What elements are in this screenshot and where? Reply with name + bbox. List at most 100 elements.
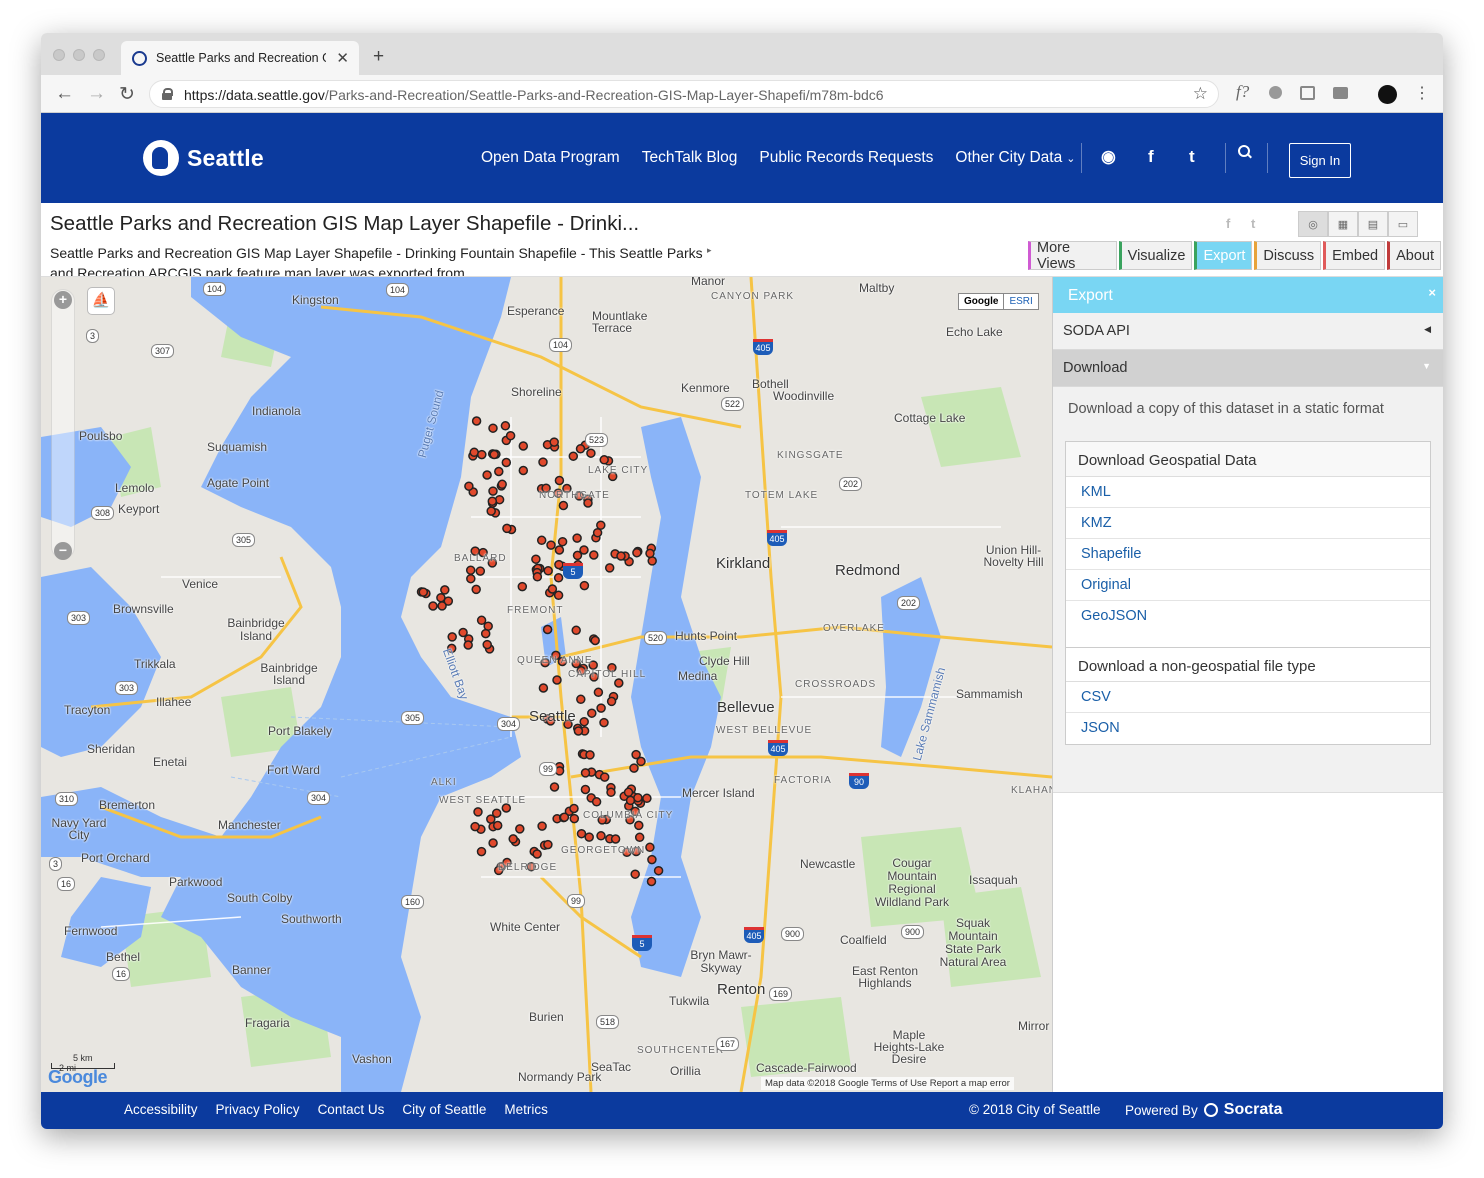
expand-description-icon[interactable]: ▸	[707, 245, 712, 256]
fountain-marker[interactable]	[591, 797, 602, 807]
fountain-marker[interactable]	[593, 687, 604, 698]
fountain-marker[interactable]	[543, 839, 553, 850]
fountain-marker[interactable]	[592, 527, 603, 538]
fountain-marker[interactable]	[436, 592, 446, 603]
fountain-marker[interactable]	[549, 782, 560, 792]
fountain-marker[interactable]	[573, 726, 584, 736]
fountain-marker[interactable]	[610, 834, 621, 844]
fountain-marker[interactable]	[596, 831, 606, 841]
fountain-marker[interactable]	[629, 763, 639, 773]
fountain-marker[interactable]	[501, 457, 512, 468]
fountain-marker[interactable]	[500, 421, 511, 431]
profile-avatar[interactable]	[1378, 85, 1397, 104]
tab-embed[interactable]: Embed	[1323, 241, 1386, 270]
footer-link-city-of-seattle[interactable]: City of Seattle	[402, 1102, 486, 1117]
fountain-marker[interactable]	[482, 470, 492, 480]
fountain-marker[interactable]	[531, 554, 541, 564]
fountain-marker[interactable]	[466, 573, 476, 584]
fountain-marker[interactable]	[518, 441, 529, 451]
camera-extension-icon[interactable]	[1333, 87, 1348, 99]
fountain-marker[interactable]	[476, 615, 487, 626]
share-twitter-icon[interactable]: t	[1251, 216, 1255, 231]
fountain-marker[interactable]	[538, 683, 549, 693]
fountain-marker[interactable]	[473, 807, 483, 817]
fountain-marker[interactable]	[585, 750, 595, 760]
fountain-marker[interactable]	[553, 590, 564, 601]
fountain-marker[interactable]	[606, 787, 616, 798]
url-text[interactable]: https://data.seattle.gov/Parks-and-Recre…	[184, 87, 884, 103]
download-geojson-link[interactable]: GeoJSON	[1066, 601, 1430, 632]
fountain-marker[interactable]	[634, 820, 644, 831]
fountain-marker[interactable]	[488, 838, 498, 848]
fountain-marker[interactable]	[579, 545, 589, 555]
fountain-marker[interactable]	[569, 803, 579, 814]
fountain-marker[interactable]	[486, 814, 496, 824]
fountain-marker[interactable]	[537, 821, 547, 831]
fountain-marker[interactable]	[647, 854, 657, 865]
nav-open-data-program[interactable]: Open Data Program	[481, 149, 620, 167]
share-facebook-icon[interactable]: f	[1226, 216, 1230, 231]
fountain-marker[interactable]	[477, 449, 487, 460]
fountain-marker[interactable]	[584, 832, 594, 842]
footer-link-contact-us[interactable]: Contact Us	[318, 1102, 385, 1117]
fountain-marker[interactable]	[497, 479, 507, 490]
fountain-marker[interactable]	[488, 423, 498, 433]
seattle-logo[interactable]: Seattle	[143, 140, 264, 176]
fountain-marker[interactable]	[606, 696, 617, 707]
fountain-marker[interactable]	[488, 486, 498, 496]
fountain-marker[interactable]	[586, 448, 596, 458]
maximize-window-button[interactable]	[93, 49, 105, 61]
fountain-marker[interactable]	[572, 533, 582, 543]
nav-techtalk-blog[interactable]: TechTalk Blog	[642, 149, 738, 167]
fountain-marker[interactable]	[571, 625, 581, 636]
fountain-marker[interactable]	[418, 587, 429, 597]
tab-discuss[interactable]: Discuss	[1254, 241, 1322, 270]
new-tab-button[interactable]: +	[373, 46, 384, 68]
download-shapefile-link[interactable]: Shapefile	[1066, 539, 1430, 570]
footer-link-accessibility[interactable]: Accessibility	[124, 1102, 198, 1117]
reload-button[interactable]: ↻	[119, 83, 135, 106]
fountain-marker[interactable]	[645, 548, 655, 559]
fountain-marker[interactable]	[579, 716, 589, 727]
fountain-marker[interactable]	[630, 869, 640, 879]
fountain-marker[interactable]	[557, 536, 568, 547]
fountain-marker[interactable]	[596, 703, 606, 713]
footer-link-privacy-policy[interactable]: Privacy Policy	[216, 1102, 300, 1117]
fountain-marker[interactable]	[428, 601, 438, 611]
zoom-out-button[interactable]: −	[54, 542, 72, 560]
fountain-marker[interactable]	[575, 444, 586, 454]
fountain-marker[interactable]	[542, 624, 553, 635]
fountain-marker[interactable]	[599, 772, 610, 782]
fountain-marker[interactable]	[494, 466, 504, 477]
tab-more-views[interactable]: More Views	[1028, 240, 1117, 272]
fountain-marker[interactable]	[476, 846, 487, 857]
fountain-marker[interactable]	[471, 416, 482, 426]
fountain-marker[interactable]	[447, 632, 457, 642]
fountain-marker[interactable]	[482, 639, 492, 650]
fountain-marker[interactable]	[633, 792, 643, 803]
fountain-marker[interactable]	[489, 449, 499, 460]
download-original-link[interactable]: Original	[1066, 570, 1430, 601]
tab-visualize[interactable]: Visualize	[1118, 241, 1193, 270]
tab-export[interactable]: Export	[1194, 241, 1253, 270]
fountain-marker[interactable]	[492, 820, 503, 831]
download-json-link[interactable]: JSON	[1066, 713, 1430, 744]
soda-api-section[interactable]: SODA API ◀	[1053, 313, 1443, 350]
fountain-marker[interactable]	[517, 581, 528, 592]
fountain-marker[interactable]	[553, 573, 564, 583]
fountain-marker[interactable]	[631, 749, 641, 760]
footer-link-metrics[interactable]: Metrics	[504, 1102, 548, 1117]
fountain-marker[interactable]	[580, 768, 591, 778]
fountain-marker[interactable]	[440, 585, 450, 595]
zoom-slider[interactable]	[51, 289, 75, 559]
github-icon[interactable]: ◉	[1101, 147, 1116, 167]
fountain-marker[interactable]	[471, 584, 481, 595]
fountain-marker[interactable]	[505, 430, 516, 441]
download-csv-link[interactable]: CSV	[1066, 682, 1430, 713]
bookmark-star-icon[interactable]: ☆	[1193, 84, 1208, 104]
list-view-icon[interactable]: ▤	[1358, 211, 1388, 237]
fountain-marker[interactable]	[554, 475, 565, 486]
fountain-marker[interactable]	[532, 849, 542, 859]
extension-circle-icon[interactable]	[1269, 86, 1282, 99]
search-icon[interactable]	[1238, 145, 1252, 159]
